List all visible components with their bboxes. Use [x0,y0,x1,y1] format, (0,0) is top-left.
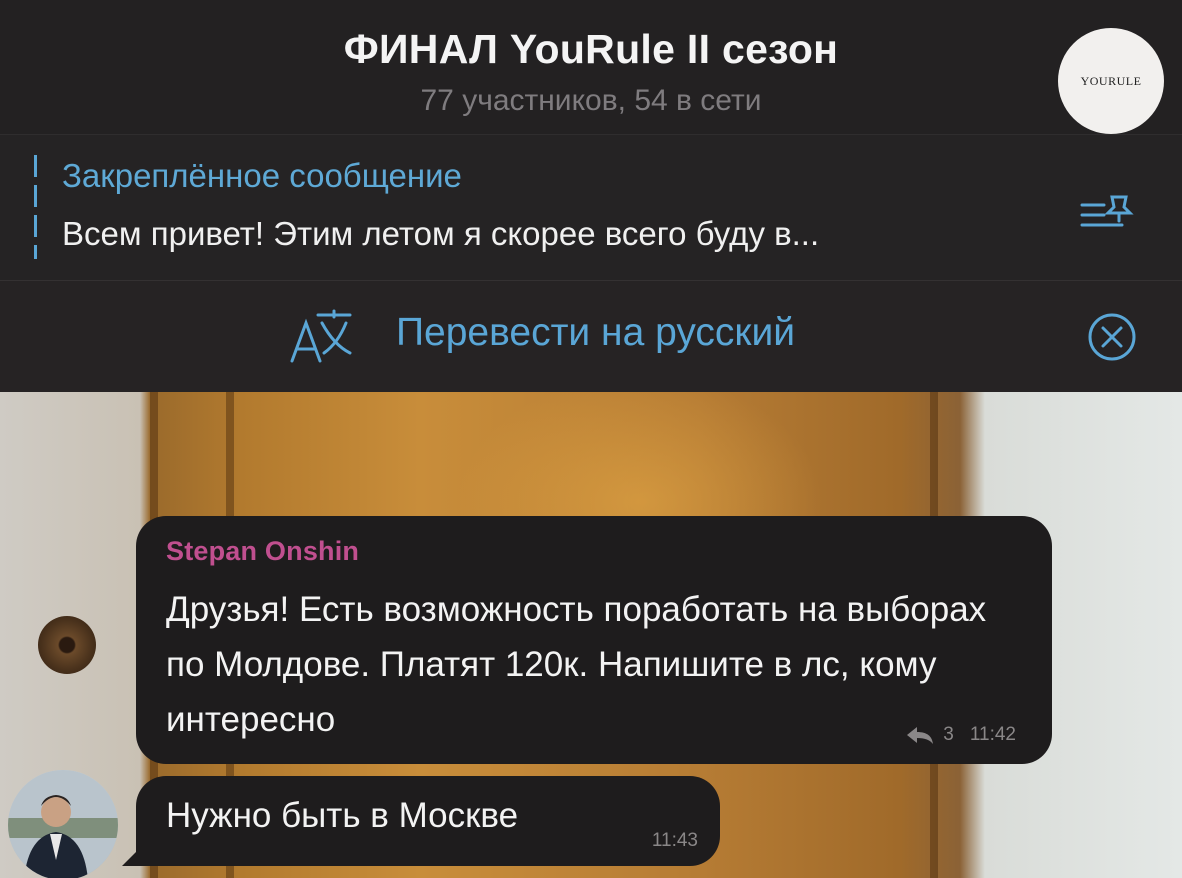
message-text: Нужно быть в Москве [166,796,519,835]
chat-messages-area[interactable]: Stepan Onshin Друзья! Есть возможность п… [0,392,1182,878]
message-bubble[interactable]: Stepan Onshin Друзья! Есть возможность п… [136,516,1052,764]
user-photo [8,770,118,878]
chat-header[interactable]: ФИНАЛ YouRule II сезон 77 участников, 54… [0,0,1182,134]
avatar[interactable] [8,770,118,878]
background-decoration [38,616,96,674]
reply-count: 3 [943,724,954,745]
message-text: Друзья! Есть возможность поработать на в… [166,590,987,739]
sender-name[interactable]: Stepan Onshin [166,536,359,567]
pin-list-icon[interactable] [1078,191,1140,235]
translate-button[interactable]: Перевести на русский [396,311,795,355]
message-time: 11:42 [969,724,1016,745]
pinned-message-bar[interactable]: Закреплённое сообщение Всем привет! Этим… [0,134,1182,281]
pinned-title: Закреплённое сообщение [62,157,462,194]
translate-icon [290,309,352,363]
pinned-text: Всем привет! Этим летом я скорее всего б… [62,215,820,252]
message-time: 11:43 [651,830,698,851]
translate-bar[interactable]: Перевести на русский [0,280,1182,393]
pinned-indicator [34,155,37,259]
avatar-logo-text: YOURULE [1080,73,1142,88]
message-bubble[interactable]: Нужно быть в Москве 11:43 [136,776,720,866]
reply-icon[interactable] [905,725,935,745]
chat-title: ФИНАЛ YouRule II сезон [343,26,839,72]
group-avatar[interactable]: YOURULE [1058,28,1164,134]
message-meta: 3 11:42 [905,724,1016,746]
close-circle-icon[interactable] [1086,311,1138,363]
chat-subtitle: 77 участников, 54 в сети [420,84,762,117]
